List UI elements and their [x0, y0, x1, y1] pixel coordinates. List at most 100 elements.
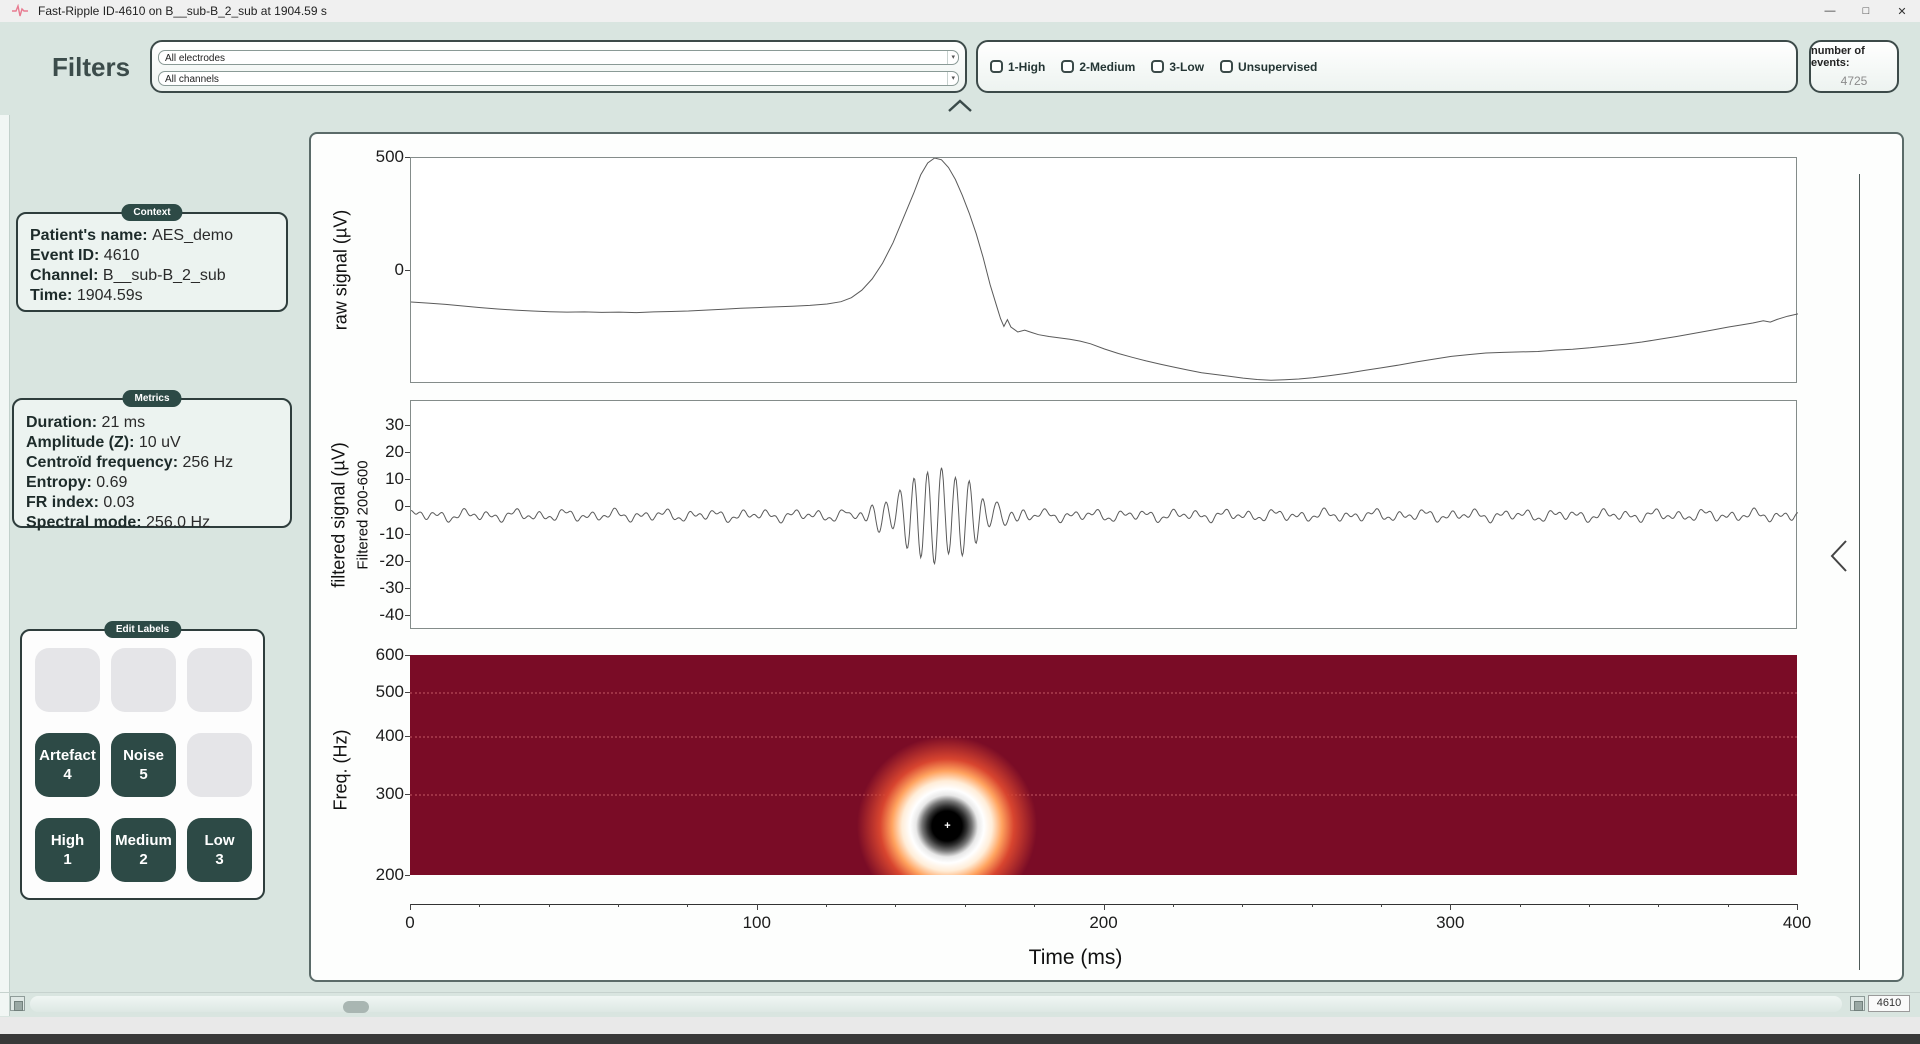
event-center-marker: + — [944, 820, 950, 832]
field-line: Spectral mode: 256.0 Hz — [26, 513, 278, 533]
plot-frame — [410, 400, 1797, 629]
x-tick-mark — [757, 904, 758, 910]
titlebar: Fast-Ripple ID-4610 on B__sub-B_2_sub at… — [0, 0, 1920, 22]
checkbox-3[interactable] — [1151, 60, 1164, 73]
window-title: Fast-Ripple ID-4610 on B__sub-B_2_sub at… — [38, 4, 327, 18]
y-tick-label: 400 — [348, 726, 404, 746]
event-id-input[interactable]: 4610 — [1868, 995, 1910, 1012]
minimize-button[interactable]: — — [1812, 0, 1848, 22]
plot-frame — [410, 157, 1797, 383]
y-tick-label: 500 — [348, 682, 404, 702]
x-minor-tick — [965, 904, 966, 907]
events-count-label: number of events: — [1811, 45, 1897, 69]
chevron-down-icon: ▾ — [947, 72, 955, 85]
context-legend: Context — [121, 204, 182, 221]
label-filter-unsupervised: Unsupervised — [1220, 60, 1317, 74]
y-tick-label: 600 — [348, 645, 404, 665]
fast-ripple-event-blob — [852, 731, 1042, 875]
field-line: Centroïd frequency: 256 Hz — [26, 453, 278, 473]
label-filter-2-medium: 2-Medium — [1061, 60, 1135, 74]
grip-icon — [14, 1001, 23, 1011]
metrics-legend: Metrics — [122, 390, 181, 407]
checkbox-2[interactable] — [1061, 60, 1074, 73]
label-filter-1-high: 1-High — [990, 60, 1045, 74]
field-line: FR index: 0.03 — [26, 493, 278, 513]
label-button-high[interactable]: High1 — [35, 818, 100, 882]
x-minor-tick — [1589, 904, 1590, 907]
bottom-scroll-row: 4610 — [0, 992, 1920, 1017]
maximize-button[interactable]: □ — [1848, 0, 1884, 22]
checkbox-4[interactable] — [1220, 60, 1233, 73]
x-tick-label: 300 — [1436, 913, 1464, 933]
y-tick-label: 200 — [348, 865, 404, 885]
label-button-artefact[interactable]: Artefact4 — [35, 733, 100, 797]
left-splitter[interactable] — [0, 115, 10, 1016]
events-count-box: number of events: 4725 — [1809, 40, 1899, 93]
chevron-down-icon: ▾ — [947, 51, 955, 64]
x-minor-tick — [1520, 904, 1521, 907]
y-tick-label: 0 — [348, 260, 404, 280]
scroll-right-button[interactable] — [1850, 996, 1865, 1011]
label-button-noise[interactable]: Noise5 — [111, 733, 176, 797]
spectrogram-heatmap: + — [410, 655, 1797, 875]
chevron-left-icon[interactable] — [1827, 538, 1851, 574]
x-minor-tick — [1034, 904, 1035, 907]
x-minor-tick — [1658, 904, 1659, 907]
y-tick-label: 300 — [348, 784, 404, 804]
checkbox-label: 3-Low — [1169, 60, 1204, 74]
metrics-panel: Metrics Duration: 21 msAmplitude (Z): 10… — [12, 398, 292, 528]
y-tick-label: -30 — [348, 578, 404, 598]
y-tick-label: -40 — [348, 605, 404, 625]
y-axis-label: Filtered 200-600 — [355, 460, 372, 569]
x-minor-tick — [1242, 904, 1243, 907]
x-minor-tick — [549, 904, 550, 907]
close-button[interactable]: ✕ — [1884, 0, 1920, 22]
x-minor-tick — [1312, 904, 1313, 907]
x-tick-mark — [1450, 904, 1451, 910]
label-button-empty[interactable] — [111, 648, 176, 712]
event-scrollbar-track[interactable] — [30, 996, 1842, 1012]
checkbox-label: Unsupervised — [1238, 60, 1317, 74]
y-axis-label: filtered signal (µV) — [329, 442, 350, 587]
checkbox-1[interactable] — [990, 60, 1003, 73]
label-filter-box: 1-High 2-Medium 3-Low Unsupervised — [976, 40, 1798, 93]
edit-labels-legend: Edit Labels — [104, 621, 181, 638]
y-tick-label: 30 — [348, 415, 404, 435]
x-minor-tick — [687, 904, 688, 907]
x-minor-tick — [1381, 904, 1382, 907]
scroll-left-button[interactable] — [10, 996, 25, 1011]
y-axis-label: raw signal (µV) — [331, 210, 352, 330]
y-tick-mark — [405, 875, 410, 876]
x-tick-label: 100 — [743, 913, 771, 933]
context-panel: Context Patient's name: AES_demoEvent ID… — [16, 212, 288, 312]
checkbox-label: 1-High — [1008, 60, 1045, 74]
x-tick-mark — [1104, 904, 1105, 910]
label-button-empty[interactable] — [187, 733, 252, 797]
label-button-medium[interactable]: Medium2 — [111, 818, 176, 882]
x-minor-tick — [1728, 904, 1729, 907]
grip-icon — [1854, 1001, 1863, 1011]
label-button-empty[interactable] — [187, 648, 252, 712]
y-tick-label: 500 — [348, 147, 404, 167]
x-tick-mark — [410, 904, 411, 910]
label-button-empty[interactable] — [35, 648, 100, 712]
x-minor-tick — [618, 904, 619, 907]
edit-labels-grid: Artefact4Noise5High1Medium2Low3 — [35, 648, 250, 882]
heatmap-gridline — [410, 692, 1797, 694]
x-tick-label: 0 — [405, 913, 414, 933]
electrode-select[interactable]: All electrodes ▾ — [158, 50, 959, 65]
electrode-select-value: All electrodes — [165, 53, 225, 64]
window-controls: — □ ✕ — [1812, 0, 1920, 22]
x-tick-label: 400 — [1783, 913, 1811, 933]
taskbar-edge — [0, 1034, 1920, 1044]
y-tick-label: 20 — [348, 442, 404, 462]
channel-select[interactable]: All channels ▾ — [158, 71, 959, 86]
chevron-up-icon[interactable] — [946, 98, 974, 114]
edit-labels-panel: Edit Labels Artefact4Noise5High1Medium2L… — [20, 629, 265, 900]
x-tick-mark — [1797, 904, 1798, 910]
label-button-low[interactable]: Low3 — [187, 818, 252, 882]
filters-dropdown-box: All electrodes ▾ All channels ▾ — [150, 40, 967, 93]
event-scrollbar-thumb[interactable] — [343, 1001, 369, 1013]
x-minor-tick — [895, 904, 896, 907]
x-tick-label: 200 — [1089, 913, 1117, 933]
